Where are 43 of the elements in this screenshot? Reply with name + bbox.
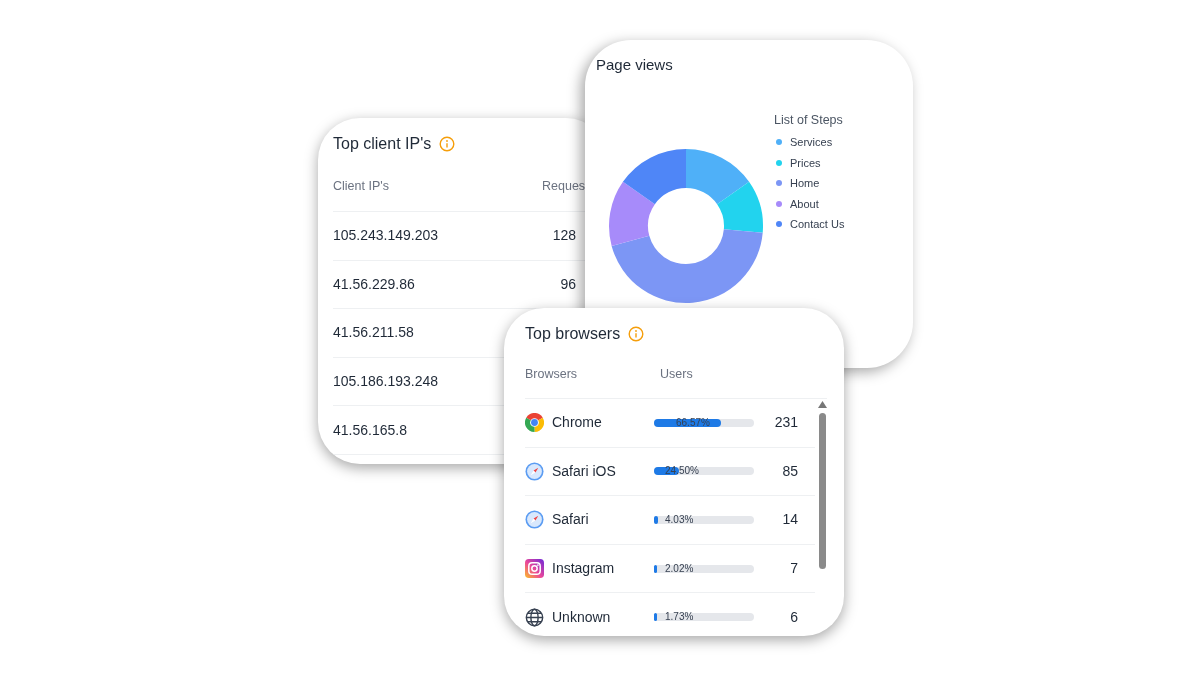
legend-label[interactable]: Services bbox=[790, 134, 833, 151]
card-title: Top client IP's bbox=[333, 134, 432, 154]
donut-slice bbox=[686, 149, 750, 205]
browser-name: Safari iOS bbox=[552, 461, 617, 481]
request-count: 96 bbox=[559, 274, 576, 294]
card-title: Page views bbox=[596, 55, 674, 74]
compass-icon bbox=[525, 461, 544, 481]
browser-name: Safari bbox=[552, 510, 590, 530]
info-icon[interactable] bbox=[628, 326, 645, 342]
legend-label[interactable]: Prices bbox=[790, 154, 821, 171]
browser-name: Instagram bbox=[552, 559, 616, 579]
column-header: Client IP's bbox=[333, 178, 390, 196]
column-header: Browsers bbox=[525, 366, 579, 384]
card-title: Top browsers bbox=[525, 324, 621, 344]
info-icon[interactable] bbox=[439, 136, 456, 152]
donut-slice bbox=[622, 149, 686, 205]
ip-address: 41.56.229.86 bbox=[333, 274, 416, 294]
browser-name: Chrome bbox=[552, 413, 603, 433]
scroll-up-arrow[interactable] bbox=[818, 401, 827, 408]
globe-icon bbox=[525, 607, 544, 627]
chrome-icon bbox=[525, 413, 544, 433]
user-count: 231 bbox=[773, 413, 798, 433]
camera-icon bbox=[525, 559, 544, 579]
column-header: Users bbox=[660, 366, 693, 384]
legend-label[interactable]: Contact Us bbox=[790, 216, 845, 233]
ip-address: 41.56.165.8 bbox=[333, 420, 408, 440]
legend-label[interactable]: About bbox=[790, 195, 819, 212]
user-count: 6 bbox=[789, 607, 798, 627]
request-count: 128 bbox=[551, 226, 576, 246]
percent-label: 66.57% bbox=[676, 415, 710, 430]
user-count: 7 bbox=[789, 559, 798, 579]
user-count: 85 bbox=[781, 461, 798, 481]
percent-label: 2.02% bbox=[665, 561, 694, 576]
compass-icon bbox=[525, 510, 544, 530]
percent-label: 4.03% bbox=[665, 513, 694, 527]
legend-label[interactable]: Home bbox=[790, 175, 820, 192]
percent-label: 1.73% bbox=[665, 610, 694, 625]
column-header: Reques bbox=[542, 178, 586, 196]
legend-title: List of Steps bbox=[774, 112, 844, 127]
browser-name: Unknown bbox=[552, 607, 612, 627]
scrollbar-thumb[interactable] bbox=[819, 413, 826, 569]
user-count: 14 bbox=[781, 510, 798, 530]
ip-address: 105.243.149.203 bbox=[333, 226, 440, 246]
